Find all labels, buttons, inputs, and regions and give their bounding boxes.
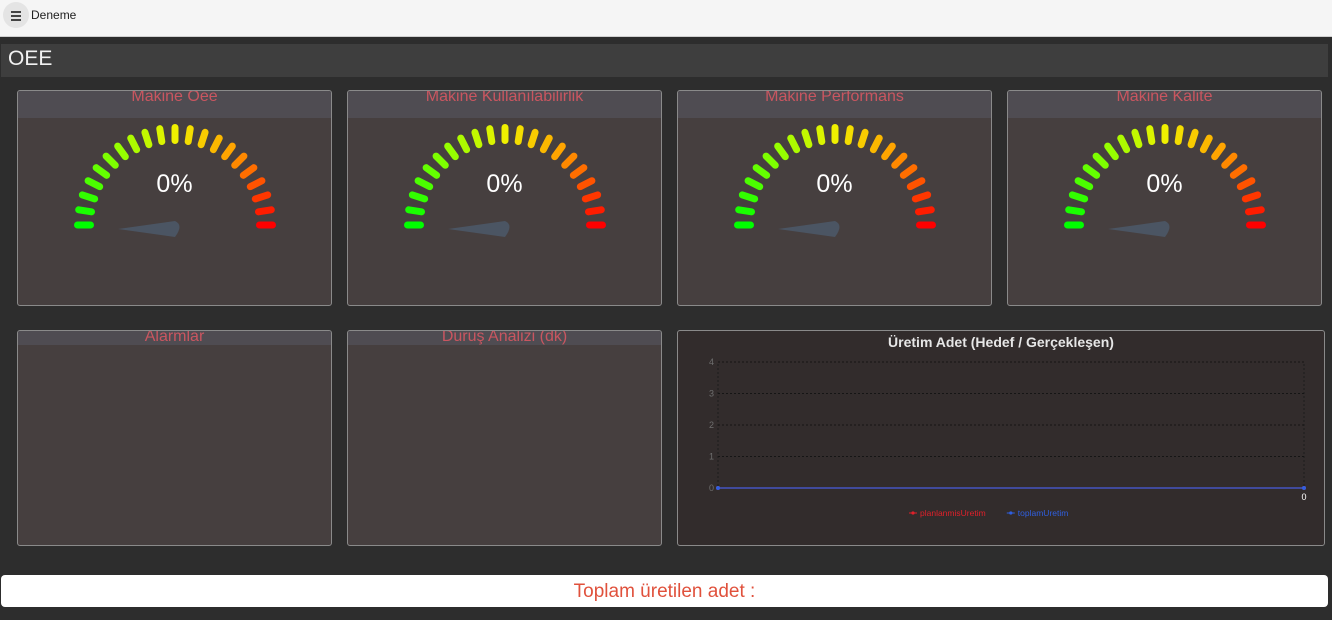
- gauge-tick: [209, 134, 223, 154]
- gauge-tick: [404, 221, 424, 229]
- gauge-tick: [514, 125, 524, 146]
- app-title: Deneme: [31, 8, 77, 22]
- gauge-tick: [102, 152, 119, 169]
- gauge-tick: [501, 124, 509, 144]
- alarms-panel: Alarmlar: [17, 330, 332, 546]
- gauge-tick: [735, 206, 756, 216]
- gauge-tick: [1064, 221, 1084, 229]
- gauge-tick: [1221, 152, 1238, 169]
- gauge-tick: [1174, 125, 1184, 146]
- section-header: OEE: [1, 44, 1328, 77]
- gauge-tick: [1199, 134, 1213, 154]
- gauge-tick: [114, 142, 129, 161]
- gauge-tick: [586, 221, 606, 229]
- gauge-tick: [127, 134, 141, 154]
- gauge-tick: [74, 221, 94, 229]
- legend-item: planlanmisUretim: [909, 508, 986, 518]
- gauge-tick: [231, 152, 248, 169]
- gauge-tick: [816, 125, 826, 146]
- gauge-tick: [551, 142, 566, 161]
- gauge-tick: [141, 128, 153, 149]
- gauge-tick: [1244, 206, 1265, 216]
- card-title: Duruş Analizi (dk): [441, 330, 568, 345]
- legend-item: toplamUretim: [1006, 508, 1069, 518]
- gauge-tick: [914, 206, 935, 216]
- gauge-tick: [1117, 134, 1131, 154]
- gauge-card-quality: Makine Kalite 0%: [1007, 90, 1322, 306]
- gauge-needle: [778, 221, 840, 237]
- gauge-value: 0%: [816, 170, 853, 198]
- gauge-tick: [1092, 152, 1109, 169]
- gauge-tick: [405, 206, 426, 216]
- gauge-tick: [916, 221, 936, 229]
- gauge-tick: [1065, 206, 1086, 216]
- gauge-tick: [857, 128, 869, 149]
- gauge-tick: [831, 124, 839, 144]
- gauge-card-oee: Makine Oee 0%: [17, 90, 332, 306]
- downtime-panel: Duruş Analizi (dk): [347, 330, 662, 546]
- gauge-tick: [787, 134, 801, 154]
- gauge-tick: [171, 124, 179, 144]
- gauge-tick: [471, 128, 483, 149]
- gauge-tick: [774, 142, 789, 161]
- data-point: [1302, 486, 1306, 490]
- card-title: Alarmlar: [144, 330, 205, 345]
- gauge-tick: [891, 152, 908, 169]
- gauge-tick: [1246, 221, 1266, 229]
- chart-plot: 0 1 2 3 4 0 planlanmisUretim toplamUretim: [709, 357, 1307, 518]
- gauge-tick: [221, 142, 236, 161]
- legend-label: toplamUretim: [1018, 508, 1069, 518]
- y-tick-label: 1: [709, 452, 714, 462]
- gauge-tick: [1131, 128, 1143, 149]
- gauge-tick: [734, 221, 754, 229]
- gauge-tick: [156, 125, 166, 146]
- gauge-tick: [75, 206, 96, 216]
- gauge-tick: [844, 125, 854, 146]
- gauge-tick: [1104, 142, 1119, 161]
- top-toolbar: Deneme: [0, 0, 1332, 37]
- section-title: OEE: [8, 47, 53, 70]
- gauge-tick: [1187, 128, 1199, 149]
- total-production-label: Toplam üretilen adet :: [573, 581, 756, 602]
- gauge-tick: [432, 152, 449, 169]
- legend-label: planlanmisUretim: [920, 508, 986, 518]
- gauge-tick: [254, 206, 275, 216]
- x-tick-label: 0: [1301, 492, 1306, 502]
- gauge-needle: [118, 221, 180, 237]
- gauge-tick: [457, 134, 471, 154]
- gauge-tick: [527, 128, 539, 149]
- total-production-bar: Toplam üretilen adet :: [1, 575, 1328, 607]
- data-point: [716, 486, 720, 490]
- gauge-tick: [881, 142, 896, 161]
- gauge-tick: [486, 125, 496, 146]
- gauge-tick: [1211, 142, 1226, 161]
- gauge-tick: [1146, 125, 1156, 146]
- hamburger-icon[interactable]: [3, 2, 29, 28]
- gauge-tick: [762, 152, 779, 169]
- y-tick-label: 0: [709, 483, 714, 493]
- gauge-tick: [444, 142, 459, 161]
- gauge-tick: [1161, 124, 1169, 144]
- gauge-needle: [448, 221, 510, 237]
- gauge-card-performance: Makine Performans 0%: [677, 90, 992, 306]
- y-tick-label: 2: [709, 420, 714, 430]
- gauge-tick: [197, 128, 209, 149]
- gauge-value: 0%: [1146, 170, 1183, 198]
- gauge-needle: [1108, 221, 1170, 237]
- gauge-tick: [801, 128, 813, 149]
- gauge-card-availability: Makine Kullanılabilirlik 0%: [347, 90, 662, 306]
- gauge-value: 0%: [156, 170, 193, 198]
- gauge-tick: [869, 134, 883, 154]
- gauge-value: 0%: [486, 170, 523, 198]
- gauge-tick: [584, 206, 605, 216]
- production-chart: Üretim Adet (Hedef / Gerçekleşen) 012340…: [677, 330, 1325, 546]
- gauge-tick: [561, 152, 578, 169]
- gauge-tick: [184, 125, 194, 146]
- gauge-tick: [539, 134, 553, 154]
- y-tick-label: 3: [709, 389, 714, 399]
- gauge-tick: [256, 221, 276, 229]
- y-tick-label: 4: [709, 357, 714, 367]
